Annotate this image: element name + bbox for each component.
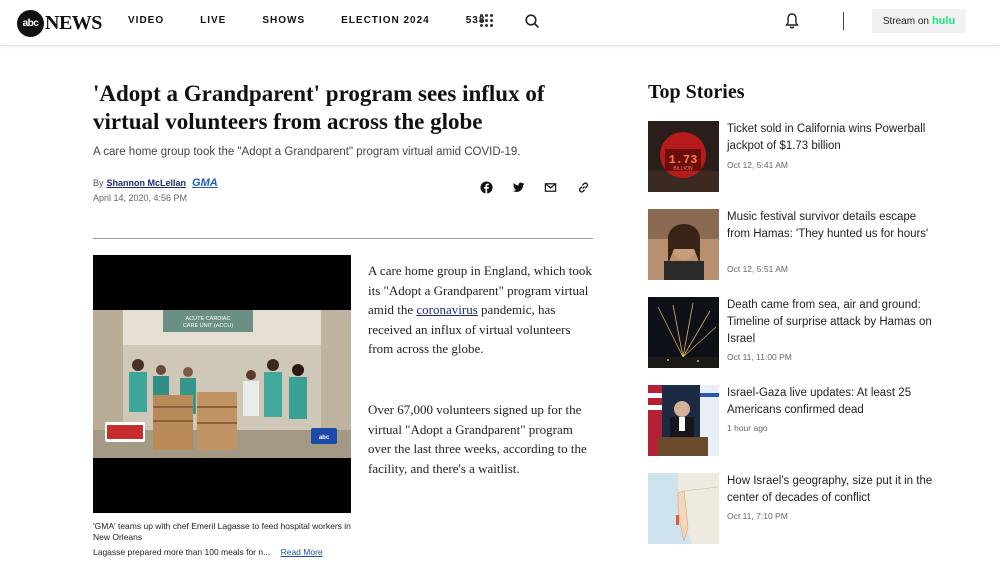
abc-news-logo[interactable]: abc NEWS xyxy=(17,9,102,37)
search-icon[interactable] xyxy=(524,13,540,29)
by-prefix: By xyxy=(93,178,104,188)
press-conference-thumbnail xyxy=(648,385,719,456)
hulu-logo: hulu xyxy=(931,15,956,27)
video-abc-badge: abc xyxy=(319,435,330,441)
facebook-share-icon[interactable] xyxy=(480,181,493,194)
notification-bell-icon[interactable] xyxy=(784,12,800,30)
thumb-jackpot-unit: BILLION xyxy=(673,166,693,172)
thumb-jackpot-amount: 1.73 xyxy=(669,153,698,167)
main-nav: VIDEO LIVE SHOWS ELECTION 2024 538 xyxy=(128,15,521,26)
twitter-share-icon[interactable] xyxy=(512,181,525,194)
story-item[interactable]: Israel-Gaza live updates: At least 25 Am… xyxy=(648,385,938,457)
paragraph-1: A care home group in England, which took… xyxy=(368,261,594,359)
gma-badge-link[interactable]: GMA xyxy=(192,177,218,189)
story-item[interactable]: Death came from sea, air and ground: Tim… xyxy=(648,297,938,369)
story-time: Oct 11, 7:10 PM xyxy=(727,511,788,521)
video-player[interactable]: ACUTE CARDIAC CARE UNIT (ACCU) abc xyxy=(93,255,351,513)
publish-date: April 14, 2020, 4:56 PM xyxy=(93,193,188,203)
author-link[interactable]: Shannon McLellan xyxy=(107,178,187,188)
nav-video[interactable]: VIDEO xyxy=(128,15,164,26)
stream-label: Stream on xyxy=(882,15,929,27)
story-time: Oct 12, 5:51 AM xyxy=(727,264,788,274)
night-sky-thumbnail xyxy=(648,297,719,368)
map-thumbnail xyxy=(648,473,719,544)
nav-election-2024[interactable]: ELECTION 2024 xyxy=(341,15,430,26)
story-item[interactable]: Music festival survivor details escape f… xyxy=(648,209,938,281)
caption-summary: Lagasse prepared more than 100 meals for… xyxy=(93,547,271,557)
story-headline[interactable]: Ticket sold in California wins Powerball… xyxy=(727,121,937,155)
nav-live[interactable]: LIVE xyxy=(200,15,226,26)
video-sign-line2: CARE UNIT (ACCU) xyxy=(183,323,233,329)
story-headline[interactable]: Music festival survivor details escape f… xyxy=(727,209,937,243)
story-headline[interactable]: Death came from sea, air and ground: Tim… xyxy=(727,297,937,348)
survivor-thumbnail xyxy=(648,209,719,280)
email-share-icon[interactable] xyxy=(544,181,557,194)
read-more-link[interactable]: Read More xyxy=(281,547,323,557)
story-time: Oct 11, 11:00 PM xyxy=(727,352,792,362)
article-divider xyxy=(93,238,593,239)
story-time: 1 hour ago xyxy=(727,423,768,433)
story-headline[interactable]: Israel-Gaza live updates: At least 25 Am… xyxy=(727,385,937,419)
story-item[interactable]: How Israel's geography, size put it in t… xyxy=(648,473,938,545)
copy-link-icon[interactable] xyxy=(577,181,590,194)
menu-grid-icon[interactable] xyxy=(480,14,493,27)
paragraph-2: Over 67,000 volunteers signed up for the… xyxy=(368,402,587,476)
abc-logo-mark: abc xyxy=(17,9,44,37)
video-caption: 'GMA' teams up with chef Emeril Lagasse … xyxy=(93,521,351,542)
site-header: abc NEWS VIDEO LIVE SHOWS ELECTION 2024 … xyxy=(0,0,1000,46)
news-wordmark: NEWS xyxy=(45,11,102,34)
article-subhead: A care home group took the "Adopt a Gran… xyxy=(93,146,521,158)
video-caption-more: Lagasse prepared more than 100 meals for… xyxy=(93,547,353,557)
article-headline: 'Adopt a Grandparent' program sees influ… xyxy=(93,81,545,134)
story-time: Oct 12, 5:41 AM xyxy=(727,160,788,170)
powerball-thumbnail: 1.73 BILLION xyxy=(648,121,719,192)
coronavirus-link[interactable]: coronavirus xyxy=(416,302,477,317)
byline: By Shannon McLellan GMA xyxy=(93,177,218,189)
top-stories-title: Top Stories xyxy=(648,81,745,103)
stream-on-hulu-button[interactable]: Stream on hulu xyxy=(872,9,966,33)
story-headline[interactable]: How Israel's geography, size put it in t… xyxy=(727,473,937,507)
story-item[interactable]: 1.73 BILLION Ticket sold in California w… xyxy=(648,121,938,193)
video-thumbnail: ACUTE CARDIAC CARE UNIT (ACCU) abc xyxy=(93,310,351,458)
header-divider xyxy=(843,12,844,30)
video-sign-line1: ACUTE CARDIAC xyxy=(186,316,231,322)
nav-shows[interactable]: SHOWS xyxy=(262,15,305,26)
